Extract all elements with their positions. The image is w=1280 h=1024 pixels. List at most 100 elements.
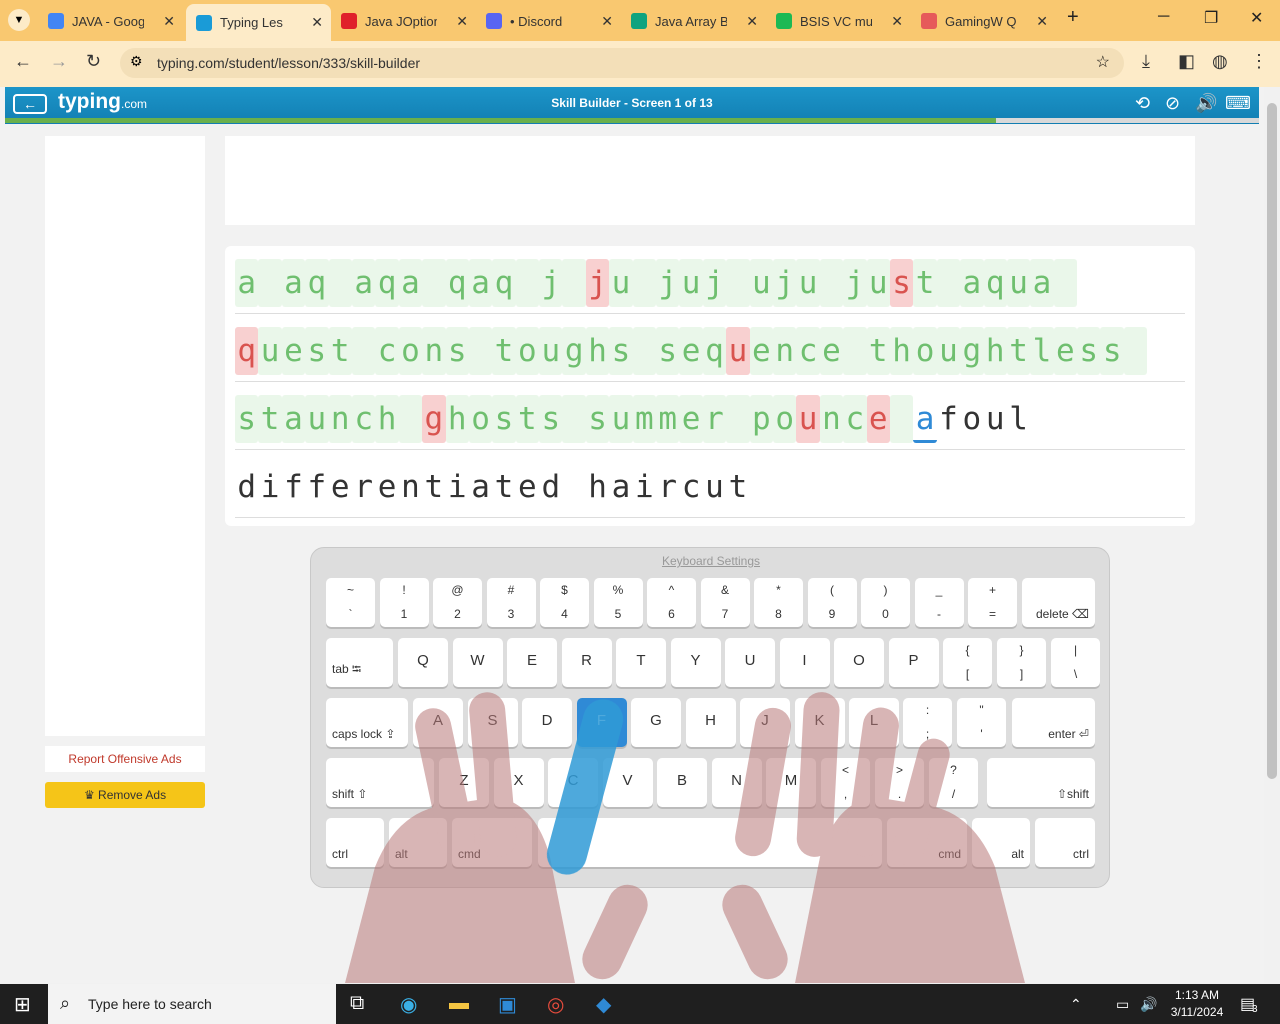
key-e[interactable]: E bbox=[507, 638, 557, 687]
browser-tab[interactable]: BSIS VC music ✕ bbox=[766, 6, 911, 36]
shift-left-key[interactable]: shift ⇧ bbox=[326, 758, 434, 807]
key-f[interactable]: F bbox=[576, 698, 627, 747]
key[interactable]: * 8 bbox=[754, 578, 803, 627]
tab-close-icon[interactable]: ✕ bbox=[601, 13, 613, 30]
cmd-right-key[interactable]: cmd bbox=[887, 818, 967, 867]
keyboard-icon[interactable]: ⌨ bbox=[1225, 93, 1251, 114]
menu-icon[interactable]: ⋮ bbox=[1250, 51, 1268, 72]
key-x[interactable]: X bbox=[493, 758, 544, 807]
cmd-left-key[interactable]: cmd bbox=[452, 818, 532, 867]
key[interactable]: (9 bbox=[807, 578, 857, 627]
enter-key[interactable]: enter ⏎ bbox=[1012, 698, 1095, 747]
tab-close-icon[interactable]: ✕ bbox=[891, 13, 903, 30]
volume-icon[interactable]: 🔊 bbox=[1140, 996, 1157, 1013]
new-tab-button[interactable]: + bbox=[1067, 6, 1079, 29]
site-info-icon[interactable]: ⚙ bbox=[130, 53, 143, 70]
chrome-icon[interactable]: ◎ bbox=[547, 992, 564, 1017]
key-j[interactable]: J bbox=[740, 698, 790, 747]
key-t[interactable]: T bbox=[616, 638, 666, 687]
key[interactable]: @2 bbox=[433, 578, 482, 627]
close-window-button[interactable]: ✕ bbox=[1250, 8, 1263, 28]
key-l[interactable]: L bbox=[849, 698, 899, 747]
browser-tab[interactable]: Java Array Bas ✕ bbox=[621, 6, 766, 36]
key-p[interactable]: P bbox=[888, 638, 939, 687]
key[interactable]: & 7 bbox=[700, 578, 750, 627]
side-panel-icon[interactable]: ◧ bbox=[1178, 51, 1195, 72]
key[interactable]: :; bbox=[903, 698, 952, 747]
system-clock[interactable]: 1:13 AM 3/11/2024 bbox=[1162, 987, 1232, 1021]
bookmark-star-icon[interactable]: ☆ bbox=[1096, 52, 1110, 72]
omnibox[interactable]: ⚙ typing.com/student/lesson/333/skill-bu… bbox=[120, 48, 1124, 78]
tab-close-icon[interactable]: ✕ bbox=[1036, 13, 1048, 30]
minimize-button[interactable]: ─ bbox=[1158, 8, 1169, 26]
tab-close-icon[interactable]: ✕ bbox=[311, 14, 323, 31]
key-o[interactable]: O bbox=[834, 638, 884, 687]
key[interactable]: + = bbox=[968, 578, 1017, 627]
report-ads-link[interactable]: Report Offensive Ads bbox=[45, 746, 205, 772]
browser-tab[interactable]: JAVA - Google ✕ bbox=[38, 6, 183, 36]
tab-close-icon[interactable]: ✕ bbox=[746, 13, 758, 30]
start-button[interactable]: ⊞ bbox=[14, 992, 31, 1017]
key-b[interactable]: B bbox=[657, 758, 707, 807]
ctrl-right-key[interactable]: ctrl bbox=[1035, 818, 1095, 867]
key[interactable]: " ' bbox=[957, 698, 1006, 747]
tab-search-button[interactable]: ▼ bbox=[8, 9, 30, 31]
file-explorer-icon[interactable]: ▬ bbox=[449, 992, 469, 1015]
key[interactable]: ) 0 bbox=[861, 578, 910, 627]
key[interactable]: _ - bbox=[914, 578, 964, 627]
typing-text-area[interactable]: a aq aqa qaq j ju juj uju just aqua ques… bbox=[225, 246, 1195, 526]
key[interactable]: <, bbox=[821, 758, 870, 807]
key[interactable]: ! 1 bbox=[379, 578, 429, 627]
ctrl-left-key[interactable]: ctrl bbox=[326, 818, 384, 867]
key-a[interactable]: A bbox=[413, 698, 463, 747]
browser-tab[interactable]: GamingW QU ✕ bbox=[911, 6, 1056, 36]
browser-tab[interactable]: Java JOptionP ✕ bbox=[331, 6, 476, 36]
key-h[interactable]: H bbox=[685, 698, 736, 747]
sound-icon[interactable]: 🔊 bbox=[1195, 93, 1217, 114]
key[interactable]: % 5 bbox=[593, 578, 643, 627]
key-y[interactable]: Y bbox=[670, 638, 721, 687]
key[interactable]: ~ ` bbox=[326, 578, 375, 627]
tab-key[interactable]: tab ⭾ bbox=[326, 638, 393, 687]
key-n[interactable]: N bbox=[711, 758, 762, 807]
vscode-icon[interactable]: ◆ bbox=[596, 992, 611, 1017]
maximize-button[interactable]: ❐ bbox=[1204, 8, 1218, 28]
key-k[interactable]: K bbox=[794, 698, 845, 747]
key[interactable]: | \ bbox=[1051, 638, 1100, 687]
delete-key[interactable]: delete ⌫ bbox=[1022, 578, 1095, 627]
scrollbar-thumb[interactable] bbox=[1267, 103, 1277, 779]
key-r[interactable]: R bbox=[561, 638, 612, 687]
key[interactable]: ? / bbox=[929, 758, 978, 807]
key-g[interactable]: G bbox=[631, 698, 681, 747]
key-d[interactable]: D bbox=[522, 698, 572, 747]
caps-lock-key[interactable]: caps lock ⇪ bbox=[326, 698, 408, 747]
alt-right-key[interactable]: alt bbox=[972, 818, 1030, 867]
key[interactable]: #3 bbox=[486, 578, 536, 627]
shift-right-key[interactable]: ⇧shift bbox=[987, 758, 1095, 807]
browser-tab[interactable]: Typing Les ✕ bbox=[186, 4, 331, 41]
forward-icon[interactable]: → bbox=[50, 51, 68, 72]
key[interactable]: }] bbox=[997, 638, 1046, 687]
network-icon[interactable]: ▭ bbox=[1116, 996, 1129, 1013]
tab-close-icon[interactable]: ✕ bbox=[456, 13, 468, 30]
key-q[interactable]: Q bbox=[398, 638, 448, 687]
store-icon[interactable]: ▣ bbox=[498, 992, 517, 1017]
download-icon[interactable]: ⤓ bbox=[1142, 51, 1150, 72]
alt-left-key[interactable]: alt bbox=[389, 818, 447, 867]
key-v[interactable]: V bbox=[602, 758, 653, 807]
profile-avatar[interactable]: ◍ bbox=[1212, 51, 1228, 72]
key-u[interactable]: U bbox=[725, 638, 775, 687]
back-icon[interactable]: ← bbox=[14, 51, 32, 72]
history-icon[interactable]: ⟲ bbox=[1135, 93, 1150, 114]
page-scrollbar[interactable] bbox=[1264, 87, 1280, 983]
remove-ads-button[interactable]: ♛ Remove Ads bbox=[45, 782, 205, 808]
taskbar-search[interactable]: ⌕ Type here to search bbox=[48, 984, 336, 1024]
key-z[interactable]: Z bbox=[439, 758, 489, 807]
key-i[interactable]: I bbox=[779, 638, 830, 687]
edge-icon[interactable]: ◉ bbox=[400, 992, 417, 1017]
key[interactable]: $4 bbox=[540, 578, 589, 627]
tab-close-icon[interactable]: ✕ bbox=[163, 13, 175, 30]
browser-tab[interactable]: • Discord ✕ bbox=[476, 6, 621, 36]
hide-hands-icon[interactable]: ⊘ bbox=[1165, 93, 1180, 114]
key-c[interactable]: C bbox=[548, 758, 598, 807]
